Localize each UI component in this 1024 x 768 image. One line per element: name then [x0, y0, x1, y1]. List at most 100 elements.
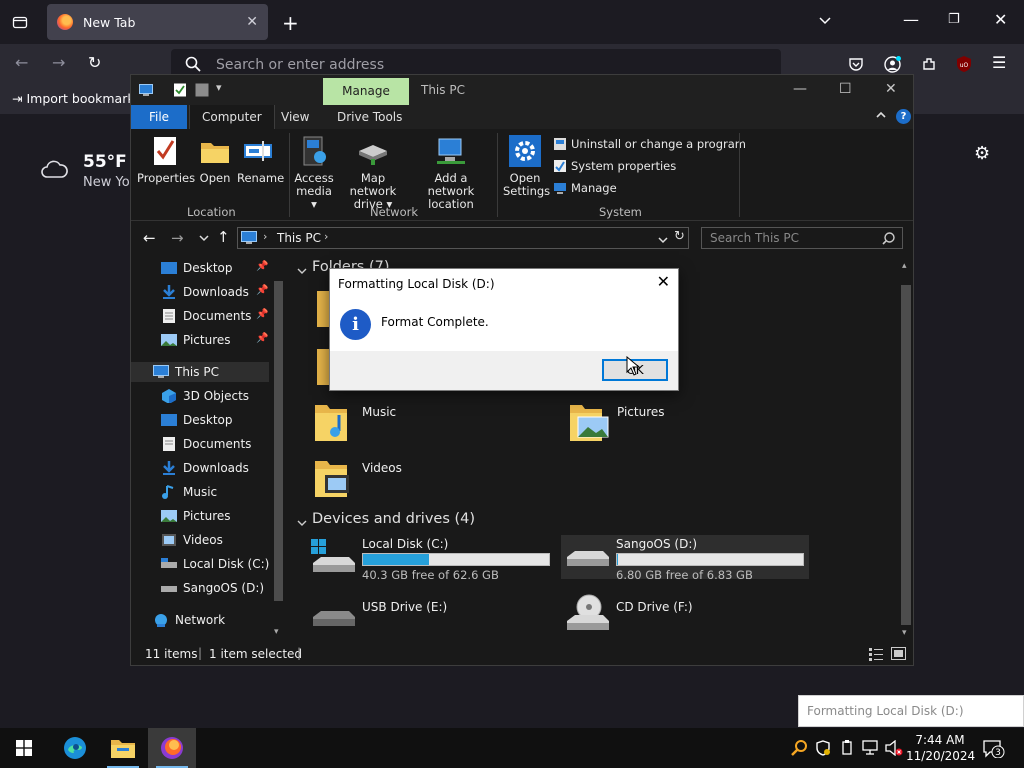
search-field[interactable]: Search This PC	[701, 227, 903, 249]
recent-locations-icon[interactable]	[199, 232, 209, 246]
dialog-close-icon[interactable]: ✕	[657, 272, 670, 291]
open-button[interactable]: Open	[197, 135, 233, 185]
tab-list-icon[interactable]	[12, 14, 28, 33]
back-icon[interactable]: ←	[15, 55, 28, 71]
start-button[interactable]	[0, 728, 48, 768]
nav-quick-desktop[interactable]: Desktop	[161, 258, 271, 278]
manage-context-tab[interactable]: Manage	[323, 78, 409, 105]
close-tab-icon[interactable]: ✕	[246, 14, 258, 30]
browser-tab[interactable]: New Tab ✕	[47, 4, 268, 40]
pin-icon[interactable]: 📌	[256, 261, 268, 272]
new-folder-qa-icon[interactable]	[195, 83, 209, 97]
breadcrumb-chevron-icon[interactable]: ›	[324, 230, 328, 243]
videos-folder-icon[interactable]	[315, 457, 355, 497]
security-shield-icon[interactable]	[815, 740, 831, 760]
nav-3d-objects[interactable]: 3D Objects	[161, 386, 271, 406]
collapse-ribbon-icon[interactable]	[875, 109, 887, 124]
nav-documents[interactable]: Documents	[161, 434, 271, 454]
tab-drive-tools[interactable]: Drive Tools	[325, 105, 414, 129]
address-bar[interactable]: › This PC › ↻	[237, 227, 689, 249]
nav-desktop[interactable]: Desktop	[161, 410, 271, 430]
tab-file[interactable]: File	[131, 105, 187, 129]
music-folder-icon[interactable]	[315, 401, 355, 441]
nav-local-disk-c[interactable]: Local Disk (C:)	[161, 554, 271, 574]
pin-icon[interactable]: 📌	[256, 309, 268, 320]
minimize-icon[interactable]: —	[903, 12, 919, 28]
collapse-group-icon[interactable]	[297, 265, 307, 279]
nav-network[interactable]: Network	[153, 610, 271, 630]
large-icons-view-icon[interactable]	[891, 647, 906, 661]
nav-downloads[interactable]: Downloads	[161, 458, 271, 478]
scroll-down-icon[interactable]: ▾	[274, 627, 279, 637]
nav-pictures[interactable]: Pictures	[161, 506, 271, 526]
folder-pictures-label[interactable]: Pictures	[617, 405, 665, 419]
volume-muted-icon[interactable]	[885, 739, 903, 760]
extensions-icon[interactable]	[921, 56, 937, 75]
details-view-icon[interactable]	[869, 647, 883, 661]
pictures-folder-icon[interactable]	[570, 401, 610, 441]
usb-eject-icon[interactable]	[840, 740, 854, 760]
pocket-icon[interactable]	[848, 56, 864, 75]
ublock-origin-icon[interactable]: uO	[955, 55, 973, 76]
properties-qa-icon[interactable]	[173, 83, 187, 97]
breadcrumb-this-pc[interactable]: This PC	[277, 231, 321, 245]
system-properties-button[interactable]: System properties	[553, 159, 676, 173]
close-icon[interactable]: ✕	[885, 81, 897, 97]
nav-videos[interactable]: Videos	[161, 530, 271, 550]
folder-videos-label[interactable]: Videos	[362, 461, 402, 475]
account-icon[interactable]	[884, 56, 901, 76]
menu-icon[interactable]: ☰	[992, 55, 1006, 71]
usb-drive-icon[interactable]	[311, 605, 357, 635]
refresh-icon[interactable]: ↻	[674, 229, 685, 244]
tab-computer[interactable]: Computer	[189, 105, 275, 129]
add-network-location-button[interactable]: Add a network location	[411, 135, 491, 211]
drive-c-name[interactable]: Local Disk (C:)	[362, 537, 448, 551]
devices-header[interactable]: Devices and drives (4)	[312, 511, 475, 527]
taskbar-clock[interactable]: 7:44 AM 11/20/2024	[906, 732, 975, 764]
forward-icon[interactable]: →	[52, 55, 65, 71]
chevron-down-icon[interactable]	[818, 14, 832, 31]
map-network-drive-button[interactable]: Map network drive ▾	[337, 135, 409, 211]
help-icon[interactable]: ?	[896, 109, 911, 124]
drive-d-name[interactable]: SangoOS (D:)	[616, 537, 697, 551]
search-tray-icon[interactable]	[791, 740, 807, 760]
drive-f-name[interactable]: CD Drive (F:)	[616, 600, 693, 614]
taskbar-edge[interactable]	[51, 728, 99, 768]
folder-music-label[interactable]: Music	[362, 405, 396, 419]
nav-quick-documents[interactable]: Documents	[161, 306, 271, 326]
address-dropdown-icon[interactable]	[658, 234, 668, 248]
search-icon[interactable]	[882, 232, 895, 245]
open-settings-button[interactable]: Open Settings	[503, 135, 550, 198]
local-disk-c-icon[interactable]	[311, 539, 357, 575]
restore-icon[interactable]: ❐	[948, 13, 960, 26]
rename-button[interactable]: Rename	[237, 135, 284, 185]
settings-gear-icon[interactable]: ⚙	[974, 145, 990, 163]
minimize-icon[interactable]: —	[793, 81, 807, 97]
scroll-down-icon[interactable]: ▾	[902, 628, 907, 638]
manage-button[interactable]: Manage	[553, 181, 617, 195]
content-scrollbar-thumb[interactable]	[901, 285, 911, 625]
new-tab-icon[interactable]: +	[282, 13, 299, 33]
scroll-up-icon[interactable]: ▴	[902, 261, 907, 271]
nav-quick-pictures[interactable]: Pictures	[161, 330, 271, 350]
uninstall-program-button[interactable]: Uninstall or change a program	[553, 137, 746, 151]
taskbar-firefox[interactable]	[148, 728, 196, 768]
reload-icon[interactable]: ↻	[88, 55, 101, 71]
back-icon[interactable]: ←	[143, 229, 156, 247]
cd-drive-icon[interactable]	[565, 593, 611, 637]
sangoos-d-icon[interactable]	[565, 545, 611, 575]
nav-sangoos-d[interactable]: SangoOS (D:)	[161, 578, 271, 598]
customize-quick-access-icon[interactable]: ▾	[216, 81, 222, 94]
properties-button[interactable]: Properties	[137, 135, 195, 185]
format-progress-toast[interactable]: Formatting Local Disk (D:)	[798, 695, 1024, 727]
network-tray-icon[interactable]	[862, 740, 880, 760]
nav-quick-downloads[interactable]: Downloads	[161, 282, 271, 302]
nav-scrollbar-thumb[interactable]	[274, 281, 283, 601]
import-bookmarks-link[interactable]: ⇥ Import bookmarks	[12, 91, 141, 106]
collapse-group-icon[interactable]	[297, 517, 307, 531]
up-arrow-icon[interactable]: ↑	[217, 228, 230, 246]
pin-icon[interactable]: 📌	[256, 333, 268, 344]
tab-view[interactable]: View	[269, 105, 321, 129]
nav-music[interactable]: Music	[161, 482, 271, 502]
close-window-icon[interactable]: ✕	[994, 12, 1007, 28]
